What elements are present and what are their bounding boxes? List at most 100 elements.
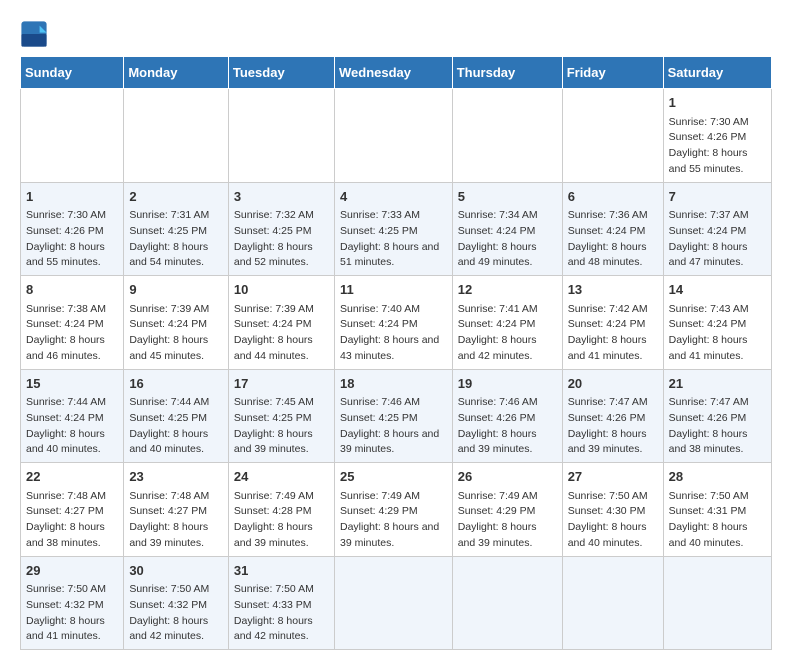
calendar-cell: 19Sunrise: 7:46 AMSunset: 4:26 PMDayligh… bbox=[452, 369, 562, 463]
cell-content: Sunrise: 7:48 AMSunset: 4:27 PMDaylight:… bbox=[26, 489, 118, 552]
cell-content: Sunrise: 7:38 AMSunset: 4:24 PMDaylight:… bbox=[26, 302, 118, 365]
cell-content: Sunrise: 7:41 AMSunset: 4:24 PMDaylight:… bbox=[458, 302, 557, 365]
cell-content: Sunrise: 7:43 AMSunset: 4:24 PMDaylight:… bbox=[669, 302, 766, 365]
day-number: 25 bbox=[340, 467, 447, 487]
day-number: 10 bbox=[234, 280, 329, 300]
calendar-cell: 9Sunrise: 7:39 AMSunset: 4:24 PMDaylight… bbox=[124, 276, 229, 370]
day-number: 16 bbox=[129, 374, 223, 394]
calendar-cell bbox=[124, 89, 229, 183]
cell-content: Sunrise: 7:30 AMSunset: 4:26 PMDaylight:… bbox=[26, 208, 118, 271]
day-number: 11 bbox=[340, 280, 447, 300]
cell-content: Sunrise: 7:50 AMSunset: 4:32 PMDaylight:… bbox=[129, 582, 223, 645]
column-header-tuesday: Tuesday bbox=[228, 57, 334, 89]
calendar-cell: 13Sunrise: 7:42 AMSunset: 4:24 PMDayligh… bbox=[562, 276, 663, 370]
day-number: 15 bbox=[26, 374, 118, 394]
calendar-cell: 28Sunrise: 7:50 AMSunset: 4:31 PMDayligh… bbox=[663, 463, 771, 557]
cell-content: Sunrise: 7:33 AMSunset: 4:25 PMDaylight:… bbox=[340, 208, 447, 271]
cell-content: Sunrise: 7:45 AMSunset: 4:25 PMDaylight:… bbox=[234, 395, 329, 458]
day-number: 1 bbox=[669, 93, 766, 113]
cell-content: Sunrise: 7:40 AMSunset: 4:24 PMDaylight:… bbox=[340, 302, 447, 365]
calendar-cell: 4Sunrise: 7:33 AMSunset: 4:25 PMDaylight… bbox=[334, 182, 452, 276]
column-header-wednesday: Wednesday bbox=[334, 57, 452, 89]
cell-content: Sunrise: 7:50 AMSunset: 4:31 PMDaylight:… bbox=[669, 489, 766, 552]
logo bbox=[20, 20, 52, 48]
day-number: 12 bbox=[458, 280, 557, 300]
day-number: 17 bbox=[234, 374, 329, 394]
column-header-thursday: Thursday bbox=[452, 57, 562, 89]
calendar-cell: 22Sunrise: 7:48 AMSunset: 4:27 PMDayligh… bbox=[21, 463, 124, 557]
day-number: 9 bbox=[129, 280, 223, 300]
day-number: 20 bbox=[568, 374, 658, 394]
cell-content: Sunrise: 7:50 AMSunset: 4:33 PMDaylight:… bbox=[234, 582, 329, 645]
cell-content: Sunrise: 7:47 AMSunset: 4:26 PMDaylight:… bbox=[568, 395, 658, 458]
cell-content: Sunrise: 7:39 AMSunset: 4:24 PMDaylight:… bbox=[129, 302, 223, 365]
calendar-cell: 29Sunrise: 7:50 AMSunset: 4:32 PMDayligh… bbox=[21, 556, 124, 650]
cell-content: Sunrise: 7:44 AMSunset: 4:25 PMDaylight:… bbox=[129, 395, 223, 458]
day-number: 1 bbox=[26, 187, 118, 207]
calendar-cell: 18Sunrise: 7:46 AMSunset: 4:25 PMDayligh… bbox=[334, 369, 452, 463]
day-number: 13 bbox=[568, 280, 658, 300]
calendar-cell: 16Sunrise: 7:44 AMSunset: 4:25 PMDayligh… bbox=[124, 369, 229, 463]
calendar-cell: 26Sunrise: 7:49 AMSunset: 4:29 PMDayligh… bbox=[452, 463, 562, 557]
calendar-cell bbox=[562, 556, 663, 650]
calendar-cell bbox=[228, 89, 334, 183]
calendar-cell: 8Sunrise: 7:38 AMSunset: 4:24 PMDaylight… bbox=[21, 276, 124, 370]
calendar-cell: 25Sunrise: 7:49 AMSunset: 4:29 PMDayligh… bbox=[334, 463, 452, 557]
cell-content: Sunrise: 7:50 AMSunset: 4:32 PMDaylight:… bbox=[26, 582, 118, 645]
day-number: 4 bbox=[340, 187, 447, 207]
calendar-cell bbox=[334, 89, 452, 183]
page-header bbox=[20, 20, 772, 48]
logo-icon bbox=[20, 20, 48, 48]
cell-content: Sunrise: 7:36 AMSunset: 4:24 PMDaylight:… bbox=[568, 208, 658, 271]
cell-content: Sunrise: 7:48 AMSunset: 4:27 PMDaylight:… bbox=[129, 489, 223, 552]
cell-content: Sunrise: 7:30 AMSunset: 4:26 PMDaylight:… bbox=[669, 115, 766, 178]
calendar-cell: 5Sunrise: 7:34 AMSunset: 4:24 PMDaylight… bbox=[452, 182, 562, 276]
cell-content: Sunrise: 7:47 AMSunset: 4:26 PMDaylight:… bbox=[669, 395, 766, 458]
cell-content: Sunrise: 7:42 AMSunset: 4:24 PMDaylight:… bbox=[568, 302, 658, 365]
cell-content: Sunrise: 7:49 AMSunset: 4:28 PMDaylight:… bbox=[234, 489, 329, 552]
calendar-cell: 21Sunrise: 7:47 AMSunset: 4:26 PMDayligh… bbox=[663, 369, 771, 463]
calendar-cell: 23Sunrise: 7:48 AMSunset: 4:27 PMDayligh… bbox=[124, 463, 229, 557]
calendar-cell: 2Sunrise: 7:31 AMSunset: 4:25 PMDaylight… bbox=[124, 182, 229, 276]
column-header-saturday: Saturday bbox=[663, 57, 771, 89]
calendar-cell: 6Sunrise: 7:36 AMSunset: 4:24 PMDaylight… bbox=[562, 182, 663, 276]
cell-content: Sunrise: 7:37 AMSunset: 4:24 PMDaylight:… bbox=[669, 208, 766, 271]
day-number: 19 bbox=[458, 374, 557, 394]
day-number: 7 bbox=[669, 187, 766, 207]
column-header-monday: Monday bbox=[124, 57, 229, 89]
calendar-cell bbox=[21, 89, 124, 183]
calendar-cell: 1Sunrise: 7:30 AMSunset: 4:26 PMDaylight… bbox=[21, 182, 124, 276]
calendar-cell: 27Sunrise: 7:50 AMSunset: 4:30 PMDayligh… bbox=[562, 463, 663, 557]
calendar-table: SundayMondayTuesdayWednesdayThursdayFrid… bbox=[20, 56, 772, 650]
cell-content: Sunrise: 7:49 AMSunset: 4:29 PMDaylight:… bbox=[458, 489, 557, 552]
day-number: 21 bbox=[669, 374, 766, 394]
cell-content: Sunrise: 7:46 AMSunset: 4:25 PMDaylight:… bbox=[340, 395, 447, 458]
day-number: 31 bbox=[234, 561, 329, 581]
day-number: 28 bbox=[669, 467, 766, 487]
cell-content: Sunrise: 7:46 AMSunset: 4:26 PMDaylight:… bbox=[458, 395, 557, 458]
day-number: 29 bbox=[26, 561, 118, 581]
cell-content: Sunrise: 7:49 AMSunset: 4:29 PMDaylight:… bbox=[340, 489, 447, 552]
calendar-cell: 31Sunrise: 7:50 AMSunset: 4:33 PMDayligh… bbox=[228, 556, 334, 650]
column-header-friday: Friday bbox=[562, 57, 663, 89]
day-number: 18 bbox=[340, 374, 447, 394]
cell-content: Sunrise: 7:34 AMSunset: 4:24 PMDaylight:… bbox=[458, 208, 557, 271]
day-number: 14 bbox=[669, 280, 766, 300]
calendar-cell bbox=[334, 556, 452, 650]
calendar-cell: 24Sunrise: 7:49 AMSunset: 4:28 PMDayligh… bbox=[228, 463, 334, 557]
calendar-cell bbox=[663, 556, 771, 650]
calendar-cell bbox=[452, 556, 562, 650]
day-number: 27 bbox=[568, 467, 658, 487]
calendar-cell: 15Sunrise: 7:44 AMSunset: 4:24 PMDayligh… bbox=[21, 369, 124, 463]
day-number: 2 bbox=[129, 187, 223, 207]
day-number: 22 bbox=[26, 467, 118, 487]
cell-content: Sunrise: 7:32 AMSunset: 4:25 PMDaylight:… bbox=[234, 208, 329, 271]
calendar-cell: 11Sunrise: 7:40 AMSunset: 4:24 PMDayligh… bbox=[334, 276, 452, 370]
day-number: 23 bbox=[129, 467, 223, 487]
calendar-cell: 3Sunrise: 7:32 AMSunset: 4:25 PMDaylight… bbox=[228, 182, 334, 276]
cell-content: Sunrise: 7:31 AMSunset: 4:25 PMDaylight:… bbox=[129, 208, 223, 271]
calendar-cell: 20Sunrise: 7:47 AMSunset: 4:26 PMDayligh… bbox=[562, 369, 663, 463]
calendar-cell: 1Sunrise: 7:30 AMSunset: 4:26 PMDaylight… bbox=[663, 89, 771, 183]
cell-content: Sunrise: 7:44 AMSunset: 4:24 PMDaylight:… bbox=[26, 395, 118, 458]
calendar-cell bbox=[562, 89, 663, 183]
